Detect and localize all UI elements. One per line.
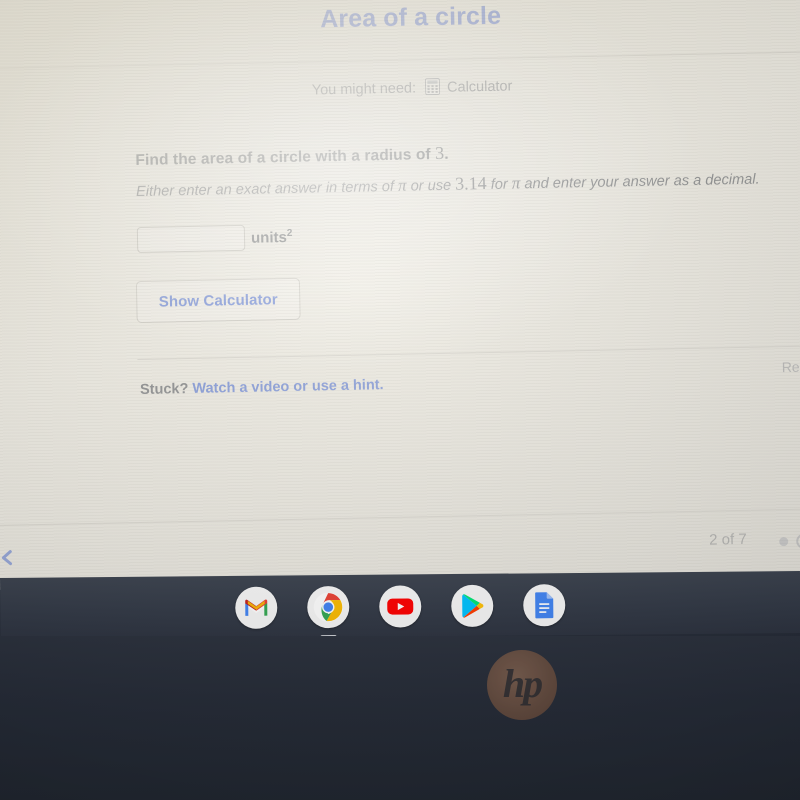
question-text-prefix: Find the area of a circle with a radius … — [135, 146, 436, 170]
hp-logo: hp — [487, 650, 557, 720]
previous-arrow-icon[interactable] — [0, 550, 16, 566]
chrome-icon[interactable] — [307, 585, 350, 639]
pi-symbol-1: π — [397, 175, 407, 195]
progress-dot-filled[interactable] — [779, 537, 789, 547]
divider-bottom — [0, 508, 800, 526]
question-radius-value: 3 — [434, 142, 445, 164]
pi-approximation-value: 3.14 — [454, 172, 487, 194]
calculator-icon — [424, 77, 441, 96]
progress-dots — [779, 533, 800, 550]
google-docs-icon[interactable] — [523, 584, 566, 627]
stuck-row: Stuck? Watch a video or use a hint. — [140, 377, 384, 398]
laptop-lid — [0, 636, 800, 800]
units-text: units — [250, 229, 288, 247]
page-count: 2 of 7 — [709, 530, 747, 549]
divider-middle — [137, 345, 800, 361]
answer-units-label: units2 — [251, 228, 293, 247]
question-text-suffix: . — [444, 145, 449, 163]
answer-row: units2 — [136, 224, 293, 254]
khan-academy-exercise-page: Area of a circle You might need: Calcula… — [0, 0, 800, 590]
play-store-icon[interactable] — [451, 584, 494, 628]
instruction-part-1: Either enter an exact answer in terms of — [135, 178, 399, 200]
youtube-icon[interactable] — [379, 585, 422, 628]
page-title: Area of a circle — [319, 1, 502, 34]
stuck-label: Stuck? — [139, 381, 189, 398]
instruction-part-2: or use — [406, 177, 456, 195]
problem-statement: Find the area of a circle with a radius … — [135, 134, 776, 203]
calculator-label[interactable]: Calculator — [447, 78, 513, 95]
watch-video-hint-link[interactable]: Watch a video or use a hint. — [192, 377, 384, 397]
taskbar-shelf — [0, 571, 800, 640]
question-instruction: Either enter an exact answer in terms of… — [136, 165, 776, 203]
instruction-part-4: and enter your answer as a decimal. — [520, 171, 760, 193]
divider-top — [0, 51, 800, 69]
you-might-need-label: You might need: — [311, 80, 417, 99]
you-might-need-row: You might need: Calculator — [0, 70, 800, 105]
instruction-part-3: for — [486, 176, 513, 193]
hp-logo-text: hp — [502, 660, 543, 706]
progress-dot-hollow[interactable] — [796, 533, 800, 549]
answer-input[interactable] — [136, 224, 246, 254]
units-exponent: 2 — [286, 227, 293, 240]
report-a-problem-link[interactable]: Report a problem — [782, 357, 800, 375]
laptop-photo: Area of a circle You might need: Calcula… — [0, 0, 800, 800]
browser-screen: Area of a circle You might need: Calcula… — [0, 0, 800, 590]
shelf-icon-list — [0, 571, 800, 640]
show-calculator-button[interactable]: Show Calculator — [135, 277, 301, 324]
gmail-icon[interactable] — [235, 586, 278, 629]
